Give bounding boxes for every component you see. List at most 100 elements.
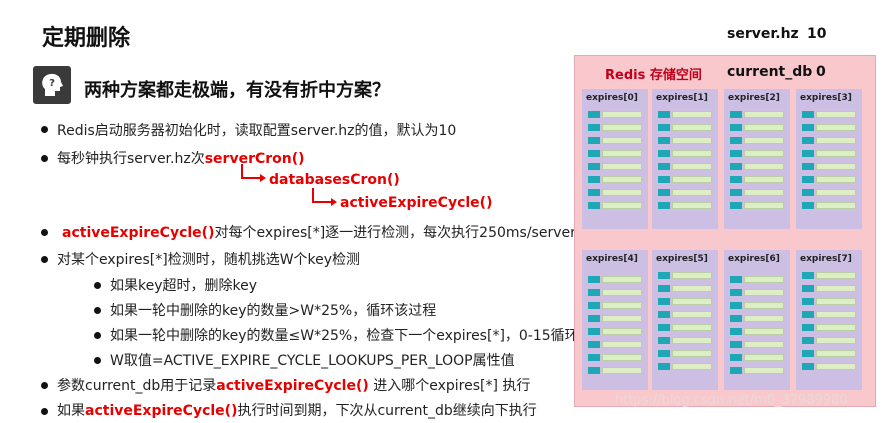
sub-bullet-text: 如果一轮中删除的key的数量≤W*25%，检查下一个expires[*]，0-1… (110, 328, 579, 344)
key-block (658, 285, 670, 292)
arrow-icon (312, 188, 337, 206)
key-block (802, 350, 814, 357)
key-block (730, 202, 742, 209)
key-block (588, 189, 600, 196)
value-block (744, 328, 784, 335)
value-block (816, 124, 856, 131)
value-block (744, 289, 784, 296)
key-block (658, 111, 670, 118)
key-block (588, 367, 600, 374)
bullet-text: 对某个expires[*]检测时，随机挑选W个key检测 (57, 252, 361, 268)
value-block (602, 124, 642, 131)
key-block (658, 124, 670, 131)
value-block (744, 276, 784, 283)
value-block (744, 202, 784, 209)
key-block (730, 289, 742, 296)
server-hz-label: server.hz (727, 26, 799, 42)
value-block (672, 363, 712, 370)
key-block (658, 163, 670, 170)
expires-column-label: expires[0] (586, 93, 638, 103)
sub-bullet-dot (94, 357, 101, 364)
value-block (602, 367, 642, 374)
expires-column-label: expires[3] (800, 93, 852, 103)
value-block (602, 176, 642, 183)
sub-bullet-dot (94, 282, 101, 289)
key-block (658, 311, 670, 318)
key-block (588, 150, 600, 157)
value-block (672, 350, 712, 357)
key-block (588, 328, 600, 335)
key-block (658, 202, 670, 209)
value-block (744, 163, 784, 170)
value-block (816, 298, 856, 305)
value-block (672, 311, 712, 318)
key-block (730, 367, 742, 374)
value-block (602, 341, 642, 348)
value-block (816, 350, 856, 357)
value-block (602, 111, 642, 118)
key-block (802, 272, 814, 279)
key-block (588, 202, 600, 209)
bullet-list: Redis启动服务器初始化时，读取配置server.hz的值，默认为10 每秒钟… (0, 0, 595, 423)
key-block (588, 315, 600, 322)
bullet-text: 参数current_db用于记录activeExpireCycle() 进入哪个… (57, 378, 531, 394)
expires-column-label: expires[1] (656, 93, 708, 103)
panel-title: Redis 存储空间 (605, 68, 702, 83)
key-block (802, 311, 814, 318)
key-block (588, 302, 600, 309)
expires-column: expires[0] (582, 89, 648, 229)
expires-column: expires[2] (724, 89, 790, 229)
value-block (602, 163, 642, 170)
value-block (602, 328, 642, 335)
value-block (602, 202, 642, 209)
key-block (802, 324, 814, 331)
value-block (602, 289, 642, 296)
key-block (588, 341, 600, 348)
value-block (816, 363, 856, 370)
key-block (588, 163, 600, 170)
value-block (602, 276, 642, 283)
value-block (672, 176, 712, 183)
value-block (744, 176, 784, 183)
key-block (802, 124, 814, 131)
key-block (730, 354, 742, 361)
value-block (816, 176, 856, 183)
value-block (672, 285, 712, 292)
key-block (730, 302, 742, 309)
key-block (802, 176, 814, 183)
key-block (730, 341, 742, 348)
value-block (744, 315, 784, 322)
key-block (802, 150, 814, 157)
sub-bullet-text: W取值=ACTIVE_EXPIRE_CYCLE_LOOKUPS_PER_LOOP… (110, 353, 515, 369)
value-block (672, 150, 712, 157)
bullet-dot (41, 126, 48, 133)
sub-bullet-dot (94, 332, 101, 339)
value-block (744, 367, 784, 374)
value-block (744, 302, 784, 309)
bullet-dot (41, 382, 48, 389)
value-block (744, 189, 784, 196)
value-block (816, 324, 856, 331)
sub-bullet-dot (94, 307, 101, 314)
value-block (744, 341, 784, 348)
expires-column: expires[5] (652, 250, 718, 390)
expires-column-label: expires[2] (728, 93, 780, 103)
key-block (802, 285, 814, 292)
value-block (602, 150, 642, 157)
expires-column-label: expires[5] (656, 254, 708, 264)
value-block (816, 337, 856, 344)
value-block (672, 298, 712, 305)
value-block (672, 272, 712, 279)
bullet-text: Redis启动服务器初始化时，读取配置server.hz的值，默认为10 (57, 123, 457, 139)
bullet-dot (41, 229, 48, 236)
watermark: https://blog.csdn.net/m0_37989980 (615, 393, 848, 408)
key-block (658, 189, 670, 196)
key-block (730, 276, 742, 283)
key-block (730, 137, 742, 144)
key-block (658, 137, 670, 144)
key-block (658, 337, 670, 344)
current-db-value: 0 (816, 64, 826, 80)
value-block (816, 137, 856, 144)
expires-column-label: expires[4] (586, 254, 638, 264)
value-block (602, 354, 642, 361)
